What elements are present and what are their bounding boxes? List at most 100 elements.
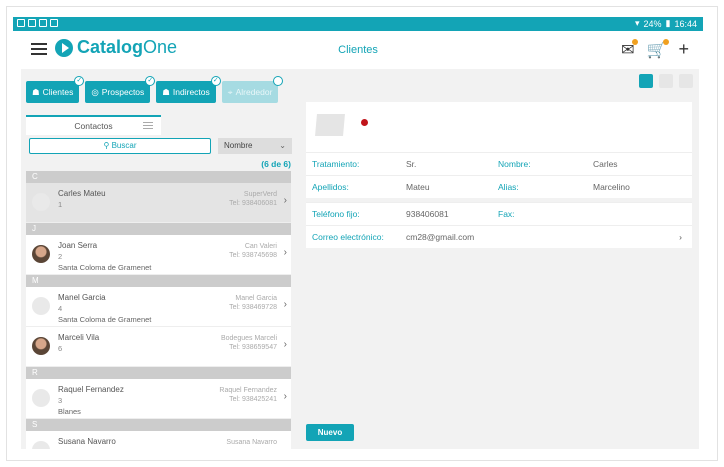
avatar: [32, 297, 50, 315]
app-bar: Catalog One Clientes ✉ 🛒 +: [13, 31, 703, 69]
contact-company: Bodegues Marceli: [220, 335, 277, 342]
list-item[interactable]: Manel Garcia 4 Santa Coloma de Gramenet …: [26, 287, 291, 327]
tab-indirectos[interactable]: ☗ Indirectos ✓: [156, 76, 221, 103]
telefono-value[interactable]: 938406081: [406, 209, 449, 219]
list-item[interactable]: Carles Mateu 1 SuperVerd Tel: 938406081 …: [26, 183, 291, 223]
list-item[interactable]: Susana Navarro Susana Navarro: [26, 431, 291, 449]
tab-prospectos[interactable]: ◎ Prospectos ✓: [85, 76, 156, 103]
alias-label: Alias:: [498, 182, 519, 192]
contact-list[interactable]: C Carles Mateu 1 SuperVerd Tel: 93840608…: [26, 171, 291, 449]
page-title: Clientes: [338, 44, 378, 56]
avatar: [32, 245, 50, 263]
add-icon[interactable]: +: [678, 39, 689, 60]
contact-number: 6: [58, 344, 63, 353]
tab-label: Alrededor: [235, 87, 273, 97]
notification-icon: [50, 19, 58, 27]
list-item[interactable]: Marceli Vila 6 Bodegues Marceli Tel: 938…: [26, 327, 291, 367]
contact-name: Joan Serra: [58, 241, 98, 250]
location-icon: ⌖: [227, 86, 233, 97]
email-label: Correo electrónico:: [312, 232, 384, 242]
main-content: ☗ Clientes ✓ ◎ Prospectos ✓ ☗ Indirectos ✓ ⌖ Al…: [21, 69, 699, 449]
search-input[interactable]: ⚲ Buscar: [29, 138, 211, 154]
detail-row: Apellidos: Mateu Alias: Marcelino: [306, 175, 692, 198]
list-item[interactable]: Joan Serra 2 Santa Coloma de Gramenet Ca…: [26, 235, 291, 275]
contact-company: Susana Navarro: [226, 439, 277, 446]
status-right: ▾ 24% ▮ 16:44: [635, 18, 697, 29]
telefono-label: Teléfono fijo:: [312, 209, 360, 219]
apellidos-value: Mateu: [406, 182, 430, 192]
tab-alrededor[interactable]: ⌖ Alrededor: [221, 76, 284, 103]
tab-label: Indirectos: [172, 87, 210, 97]
nombre-value: Carles: [593, 159, 618, 169]
status-dot: [361, 119, 368, 126]
notification-icon: [17, 19, 25, 27]
new-contact-button[interactable]: Nuevo: [306, 424, 354, 441]
contact-number: 3: [58, 396, 63, 405]
check-icon: [273, 76, 284, 86]
tab-contactos[interactable]: Contactos: [26, 115, 161, 135]
avatar: [32, 193, 50, 211]
filter-tabs: ☗ Clientes ✓ ◎ Prospectos ✓ ☗ Indirectos ✓ ⌖ Al…: [26, 76, 284, 103]
sort-select[interactable]: Nombre ⌄: [218, 138, 292, 154]
result-count: (6 de 6): [261, 159, 291, 169]
mail-icon[interactable]: ✉: [621, 38, 639, 60]
avatar: [32, 337, 50, 355]
contact-tel: Tel: 938406081: [229, 200, 277, 207]
detail-row: Tratamiento: Sr. Nombre: Carles: [306, 152, 692, 175]
section-header: M: [26, 275, 291, 287]
contact-name: Carles Mateu: [58, 189, 106, 198]
battery-icon: ▮: [665, 18, 671, 28]
fax-label: Fax:: [498, 209, 515, 219]
detail-row: Teléfono fijo: 938406081 Fax:: [306, 202, 692, 225]
avatar: [32, 441, 50, 449]
detail-toolbar: [639, 74, 693, 88]
contact-number: 2: [58, 252, 63, 261]
search-icon: ⚲: [103, 141, 112, 150]
share-icon[interactable]: [659, 74, 673, 88]
notification-icon: [39, 19, 47, 27]
tab-clientes[interactable]: ☗ Clientes ✓: [26, 76, 85, 103]
alias-value: Marcelino: [593, 182, 630, 192]
chevron-right-icon: ›: [283, 299, 287, 310]
email-value: cm28@gmail.com: [406, 232, 475, 242]
check-icon: ✓: [210, 76, 221, 86]
email-row[interactable]: Correo electrónico: cm28@gmail.com ›: [306, 225, 692, 248]
clock: 16:44: [674, 18, 697, 29]
apellidos-label: Apellidos:: [312, 182, 349, 192]
cart-icon[interactable]: 🛒: [647, 38, 670, 60]
app-actions: ✉ 🛒 +: [621, 38, 689, 60]
section-header: R: [26, 367, 291, 379]
contact-tel: Tel: 938469728: [229, 304, 277, 311]
contact-name: Raquel Fernandez: [58, 385, 124, 394]
list-item[interactable]: Raquel Fernandez 3 Blanes Raquel Fernand…: [26, 379, 291, 419]
section-header: J: [26, 223, 291, 235]
contact-number: 1: [58, 200, 63, 209]
contact-details: Tratamiento: Sr. Nombre: Carles Apellido…: [306, 152, 692, 198]
contact-header-card: [306, 102, 692, 152]
notification-icon: [28, 19, 36, 27]
chevron-right-icon: ›: [283, 391, 287, 402]
contact-city: Blanes: [58, 407, 81, 416]
contact-card-icon[interactable]: [639, 74, 653, 88]
tab-label: Clientes: [42, 87, 74, 97]
list-view-icon[interactable]: [143, 122, 153, 131]
contact-number: 4: [58, 304, 63, 313]
section-header: S: [26, 419, 291, 431]
users-icon: ☗: [32, 86, 40, 97]
nombre-label: Nombre:: [498, 159, 531, 169]
contact-city: Santa Coloma de Gramenet: [58, 263, 152, 272]
contact-company: Can Valeri: [244, 243, 277, 250]
contact-name: Manel Garcia: [58, 293, 106, 302]
contact-tel: Tel: 938659547: [229, 344, 277, 351]
contact-name: Marceli Vila: [58, 333, 100, 342]
chevron-right-icon: ›: [283, 195, 287, 206]
tratamiento-label: Tratamiento:: [312, 159, 360, 169]
wifi-icon: ▾: [634, 18, 640, 28]
contact-city: Santa Coloma de Gramenet: [58, 315, 152, 324]
image-icon[interactable]: [679, 74, 693, 88]
photo-placeholder-icon: [315, 114, 345, 136]
chevron-right-icon: ›: [283, 247, 287, 258]
status-bar: ▾ 24% ▮ 16:44: [13, 17, 703, 31]
check-icon: ✓: [145, 76, 156, 86]
contact-tel: Tel: 938425241: [229, 396, 277, 403]
